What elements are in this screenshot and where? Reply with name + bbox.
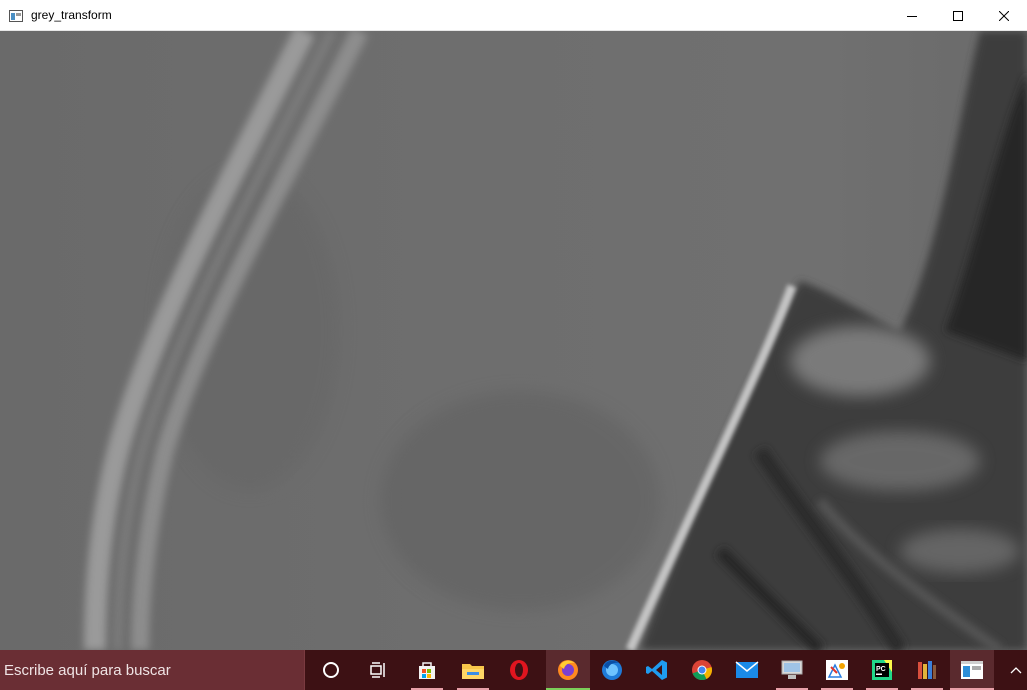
search-placeholder: Escribe aquí para buscar [4, 662, 171, 679]
taskbar-app-window[interactable] [950, 650, 994, 690]
taskbar-pycharm[interactable]: PC [860, 650, 904, 690]
search-box[interactable]: Escribe aquí para buscar [0, 650, 305, 690]
firefox-developer-icon [600, 658, 624, 682]
close-button[interactable] [981, 0, 1027, 31]
remote-desktop-icon [780, 659, 804, 681]
taskbar-opera[interactable] [497, 650, 541, 690]
svg-text:PC: PC [876, 666, 886, 673]
firefox-icon [556, 658, 580, 682]
chrome-icon [690, 658, 714, 682]
taskbar-explorer[interactable] [451, 650, 495, 690]
maximize-button[interactable] [935, 0, 981, 31]
mail-icon [735, 661, 759, 679]
opera-icon [508, 659, 530, 681]
minimize-icon [907, 11, 917, 21]
microsoft-store-icon [416, 659, 438, 681]
title-bar[interactable]: grey_transform [0, 0, 1027, 31]
taskbar-store[interactable] [405, 650, 449, 690]
taskbar-mail[interactable] [725, 650, 769, 690]
task-view-icon [370, 661, 388, 679]
vscode-icon [645, 658, 669, 682]
taskbar-firefox-dev[interactable] [590, 650, 634, 690]
app-window-icon [960, 660, 984, 680]
cortana-icon [322, 661, 340, 679]
maximize-icon [953, 10, 963, 21]
task-view-button[interactable] [357, 650, 401, 690]
taskbar-paint[interactable] [815, 650, 859, 690]
pycharm-icon: PC [870, 658, 894, 682]
taskbar-firefox[interactable] [546, 650, 590, 690]
file-explorer-icon [461, 660, 485, 680]
taskbar-remote-desktop[interactable] [770, 650, 814, 690]
app-icon [9, 9, 23, 22]
grayscale-photo [0, 31, 1027, 650]
image-canvas [0, 31, 1027, 650]
close-icon [999, 10, 1009, 21]
show-hidden-icons-button[interactable] [1005, 650, 1027, 690]
window-title: grey_transform [31, 8, 112, 22]
taskbar-vscode[interactable] [635, 650, 679, 690]
paint-icon [825, 659, 849, 681]
taskbar-chrome[interactable] [680, 650, 724, 690]
taskbar-library[interactable] [905, 650, 949, 690]
minimize-button[interactable] [889, 0, 935, 31]
cortana-button[interactable] [309, 650, 353, 690]
library-books-icon [915, 659, 939, 681]
taskbar: Escribe aquí para buscar PC [0, 650, 1027, 690]
app-window: grey_transform [0, 0, 1027, 650]
chevron-up-icon [1010, 666, 1022, 674]
